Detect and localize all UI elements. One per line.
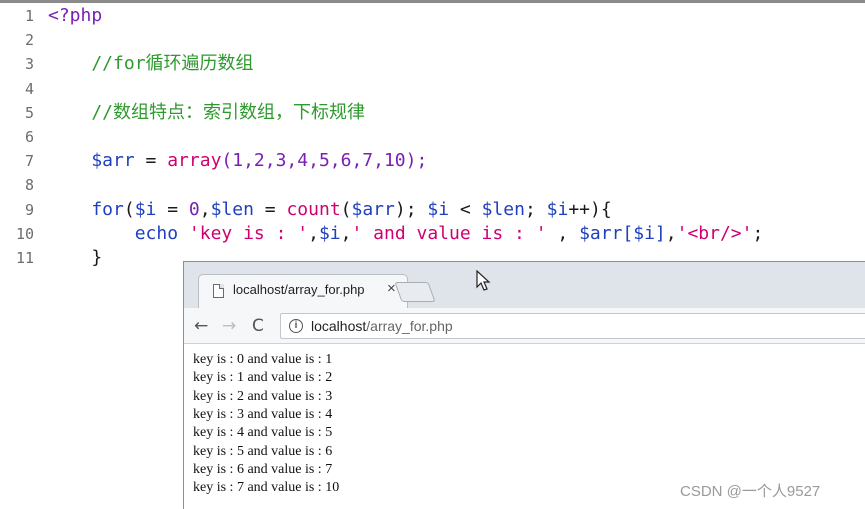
code-token: ++){ — [568, 198, 612, 220]
code-token: //for循环遍历数组 — [48, 53, 254, 75]
code-token: , — [665, 222, 677, 244]
code-token: $arr — [48, 150, 135, 172]
output-line: key is : 1 and value is : 2 — [193, 370, 333, 386]
code-token: $arr — [351, 198, 395, 220]
code-text: <?php — [48, 4, 102, 28]
code-token: } — [48, 247, 103, 268]
code-token: $i — [546, 198, 569, 220]
info-icon[interactable]: i — [289, 319, 303, 333]
code-token: '<br/>' — [676, 222, 753, 244]
mouse-cursor-icon — [476, 270, 491, 291]
code-token: ; — [524, 198, 547, 220]
code-line[interactable]: 10 echo 'key is : ',$i,' and value is : … — [0, 222, 865, 246]
line-number: 10 — [15, 224, 34, 243]
line-number: 5 — [24, 103, 34, 122]
code-line[interactable]: 9 for($i = 0,$len = count($arr); $i < $l… — [0, 198, 865, 222]
code-token: $len — [210, 198, 254, 220]
code-line[interactable]: 1 <?php — [0, 4, 865, 28]
code-line[interactable]: 5 //数组特点：索引数组，下标规律 — [0, 101, 865, 125]
code-token: <?php — [48, 5, 103, 26]
code-text: for($i = 0,$len = count($arr); $i < $len… — [48, 198, 612, 222]
line-number: 11 — [15, 249, 34, 267]
code-token: < — [449, 198, 482, 220]
code-token: = — [134, 150, 168, 172]
address-bar[interactable]: i localhost/array_for.php — [280, 313, 865, 339]
code-token: count — [286, 198, 341, 220]
forward-arrow-icon[interactable]: → — [222, 314, 236, 338]
line-number: 4 — [24, 79, 34, 98]
code-text: echo 'key is : ',$i,' and value is : ' ,… — [48, 222, 764, 246]
browser-titlebar: localhost/array_for.php × — [184, 262, 865, 308]
output-line: key is : 5 and value is : 6 — [193, 443, 333, 459]
tab-title: localhost/array_for.php — [233, 282, 365, 297]
code-token: ; — [752, 222, 764, 244]
code-text: } — [48, 246, 102, 270]
code-token: 'key is : ' — [188, 222, 309, 244]
code-token: = — [253, 198, 287, 220]
code-line[interactable]: 8 — [0, 173, 865, 197]
code-token: $len — [481, 198, 525, 220]
code-token: , — [546, 222, 580, 244]
code-token: ( — [123, 198, 135, 220]
browser-tab[interactable]: localhost/array_for.php × — [198, 274, 408, 308]
code-token: = — [156, 198, 189, 220]
output-line: key is : 3 and value is : 4 — [193, 406, 333, 422]
code-token: $i — [318, 222, 341, 244]
line-number: 8 — [24, 176, 34, 195]
output-line: key is : 4 and value is : 5 — [193, 425, 333, 441]
line-number: 9 — [24, 200, 34, 219]
browser-window: localhost/array_for.php × ← → C i localh… — [183, 261, 865, 509]
line-number: 6 — [24, 128, 34, 146]
code-token: $i — [134, 198, 157, 220]
output-line: key is : 2 and value is : 3 — [193, 388, 333, 404]
code-token: echo — [48, 222, 189, 244]
code-text: //for循环遍历数组 — [48, 52, 254, 76]
code-token: , — [199, 198, 211, 220]
code-token: ); — [394, 198, 428, 220]
back-arrow-icon[interactable]: ← — [194, 314, 208, 338]
code-token: ' and value is : ' — [351, 222, 547, 244]
watermark: CSDN @一个人9527 — [680, 483, 821, 500]
line-number: 7 — [24, 152, 34, 171]
line-number: 1 — [24, 7, 34, 25]
url-host: localhost — [311, 318, 367, 334]
code-text: //数组特点：索引数组，下标规律 — [48, 101, 365, 125]
output-line: key is : 7 and value is : 10 — [193, 480, 340, 496]
code-line[interactable]: 2 — [0, 28, 865, 52]
code-line[interactable]: 3 //for循环遍历数组 — [0, 52, 865, 76]
code-token: 0 — [188, 198, 200, 220]
reload-icon[interactable]: C — [252, 314, 264, 338]
browser-toolbar: ← → C i localhost/array_for.php — [184, 308, 865, 344]
code-token: array — [167, 150, 222, 172]
code-line[interactable]: 7 $arr = array(1,2,3,4,5,6,7,10); — [0, 149, 865, 173]
code-token: //数组特点：索引数组，下标规律 — [48, 101, 366, 123]
code-token: (1,2,3,4,5,6,7,10); — [221, 150, 428, 172]
url-path: /array_for.php — [366, 318, 453, 334]
output-line: key is : 6 and value is : 7 — [193, 461, 333, 477]
code-text: $arr = array(1,2,3,4,5,6,7,10); — [48, 149, 427, 173]
document-icon — [213, 284, 224, 298]
code-line[interactable]: 6 — [0, 125, 865, 149]
code-token: , — [340, 222, 352, 244]
code-token: $arr[$i] — [579, 222, 666, 244]
code-editor[interactable]: 1 <?php 2 3 //for循环遍历数组 4 5 //数组特点：索引数组，下标规律 6… — [0, 3, 865, 283]
line-number: 3 — [24, 55, 34, 74]
url-text[interactable]: localhost/array_for.php — [311, 318, 453, 334]
code-line[interactable]: 4 — [0, 77, 865, 101]
code-token: $i — [427, 198, 450, 220]
new-tab-button[interactable] — [394, 282, 436, 302]
output-line: key is : 0 and value is : 1 — [193, 352, 333, 367]
code-token: ( — [340, 198, 352, 220]
line-number: 2 — [24, 31, 34, 50]
code-token: , — [308, 222, 319, 244]
code-token: for — [48, 198, 124, 220]
